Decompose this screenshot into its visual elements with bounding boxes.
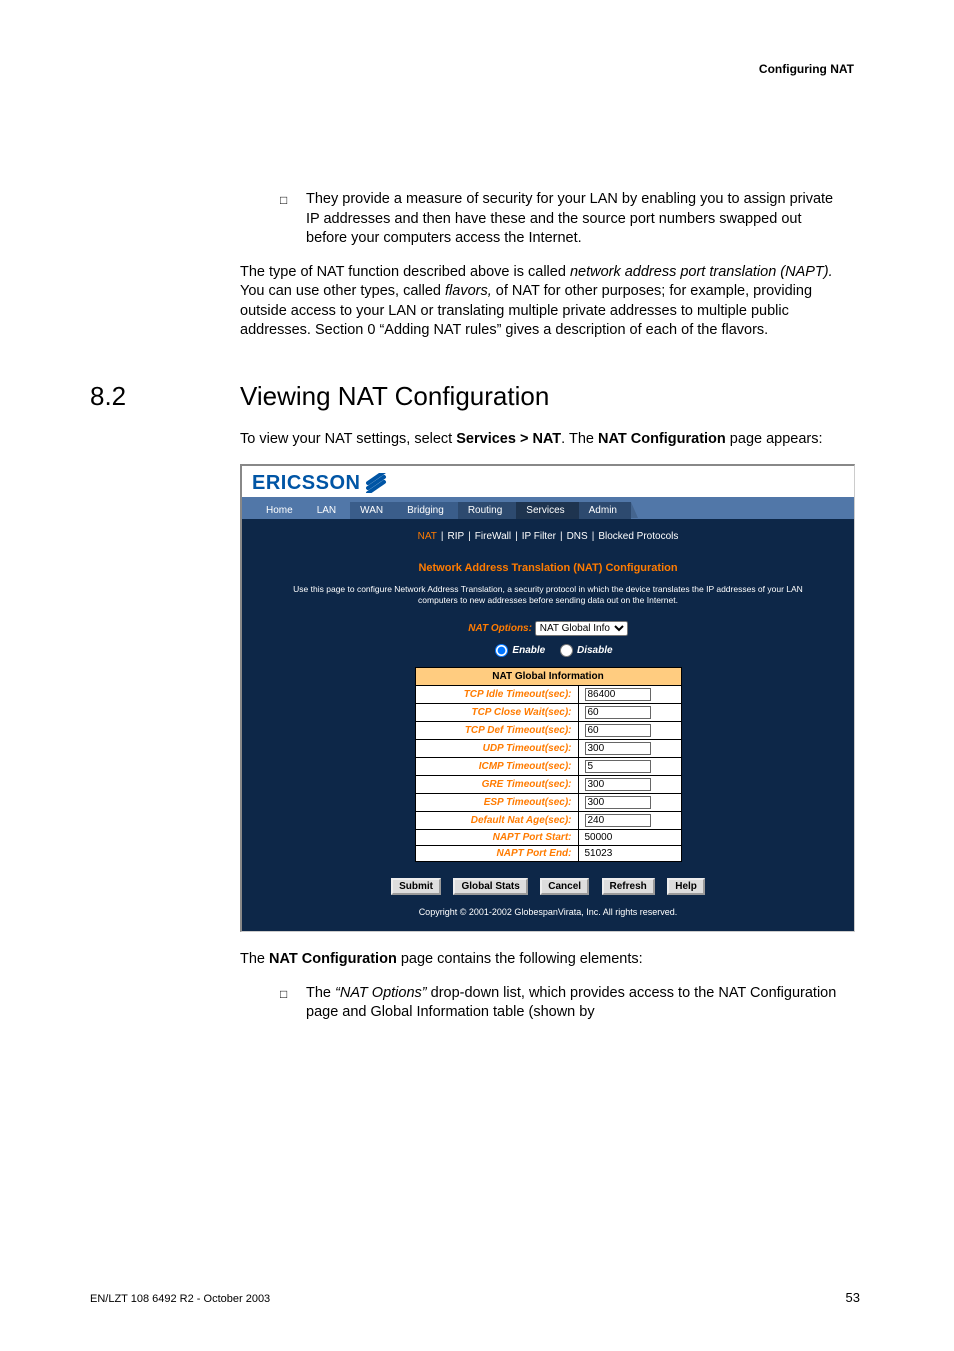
subnav-blocked[interactable]: Blocked Protocols — [598, 531, 678, 542]
row-gre-input[interactable] — [585, 778, 651, 791]
row-tcp-close-input[interactable] — [585, 706, 651, 719]
bullet-icon: □ — [280, 192, 294, 249]
row-defage-label: Default Nat Age(sec): — [415, 812, 578, 830]
tab-home[interactable]: Home — [256, 502, 307, 519]
subnav-nat[interactable]: NAT — [418, 531, 437, 542]
nat-global-info-table: NAT Global Information TCP Idle Timeout(… — [415, 667, 682, 862]
row-gre-label: GRE Timeout(sec): — [415, 776, 578, 794]
section-number: 8.2 — [90, 381, 240, 412]
table-header: NAT Global Information — [415, 668, 681, 686]
sub-nav: NAT|RIP|FireWall|IP Filter|DNS|Blocked P… — [242, 519, 854, 552]
row-esp-label: ESP Timeout(sec): — [415, 794, 578, 812]
cancel-button[interactable]: Cancel — [540, 878, 589, 895]
footer-doc-id: EN/LZT 108 6492 R2 - October 2003 — [90, 1293, 270, 1305]
tab-services[interactable]: Services — [516, 502, 578, 519]
row-tcp-idle-label: TCP Idle Timeout(sec): — [415, 686, 578, 704]
tab-bridging[interactable]: Bridging — [397, 502, 458, 519]
bullet-icon: □ — [280, 986, 294, 1023]
brand-logo-text: ERICSSON — [252, 472, 360, 495]
section-title: Viewing NAT Configuration — [240, 381, 549, 412]
subnav-ipfilter[interactable]: IP Filter — [522, 531, 556, 542]
disable-label: Disable — [577, 645, 613, 656]
nat-config-screenshot: ERICSSON Home LAN WAN Bridging Routing S… — [240, 464, 855, 933]
row-pstart-value: 50000 — [578, 830, 681, 846]
bullet-text-1: They provide a measure of security for y… — [294, 190, 840, 249]
footer-page-number: 53 — [846, 1290, 860, 1305]
enable-radio[interactable] — [495, 644, 508, 657]
disable-radio[interactable] — [560, 644, 573, 657]
main-nav-tabs: Home LAN WAN Bridging Routing Services A… — [242, 497, 854, 519]
tab-wan[interactable]: WAN — [350, 502, 397, 519]
row-udp-label: UDP Timeout(sec): — [415, 740, 578, 758]
after-screenshot-para: The NAT Configuration page contains the … — [240, 950, 840, 970]
copyright-text: Copyright © 2001-2002 GlobespanVirata, I… — [252, 907, 844, 917]
brand-logo-icon — [366, 473, 388, 493]
panel-description: Use this page to configure Network Addre… — [252, 584, 844, 608]
row-icmp-label: ICMP Timeout(sec): — [415, 758, 578, 776]
row-icmp-input[interactable] — [585, 760, 651, 773]
row-pend-value: 51023 — [578, 846, 681, 862]
tab-lan[interactable]: LAN — [307, 502, 350, 519]
row-defage-input[interactable] — [585, 814, 651, 827]
row-pstart-label: NAPT Port Start: — [415, 830, 578, 846]
intro-paragraph: To view your NAT settings, select Servic… — [240, 430, 840, 450]
row-pend-label: NAPT Port End: — [415, 846, 578, 862]
panel-title: Network Address Translation (NAT) Config… — [252, 562, 844, 574]
bullet-text-2: The “NAT Options” drop-down list, which … — [294, 984, 840, 1023]
row-tcp-def-label: TCP Def Timeout(sec): — [415, 722, 578, 740]
tab-routing[interactable]: Routing — [458, 502, 516, 519]
row-tcp-idle-input[interactable] — [585, 688, 651, 701]
nat-options-select[interactable]: NAT Global Info — [535, 621, 628, 636]
tab-admin[interactable]: Admin — [579, 502, 631, 519]
row-tcp-def-input[interactable] — [585, 724, 651, 737]
row-tcp-close-label: TCP Close Wait(sec): — [415, 704, 578, 722]
row-esp-input[interactable] — [585, 796, 651, 809]
help-button[interactable]: Help — [667, 878, 705, 895]
subnav-firewall[interactable]: FireWall — [475, 531, 511, 542]
doc-header: Configuring NAT — [759, 62, 854, 76]
para-napt: The type of NAT function described above… — [240, 263, 840, 341]
subnav-dns[interactable]: DNS — [567, 531, 588, 542]
row-udp-input[interactable] — [585, 742, 651, 755]
submit-button[interactable]: Submit — [391, 878, 441, 895]
subnav-rip[interactable]: RIP — [448, 531, 465, 542]
global-stats-button[interactable]: Global Stats — [453, 878, 527, 895]
refresh-button[interactable]: Refresh — [602, 878, 655, 895]
enable-label: Enable — [512, 645, 545, 656]
nat-options-label: NAT Options: — [468, 623, 532, 634]
